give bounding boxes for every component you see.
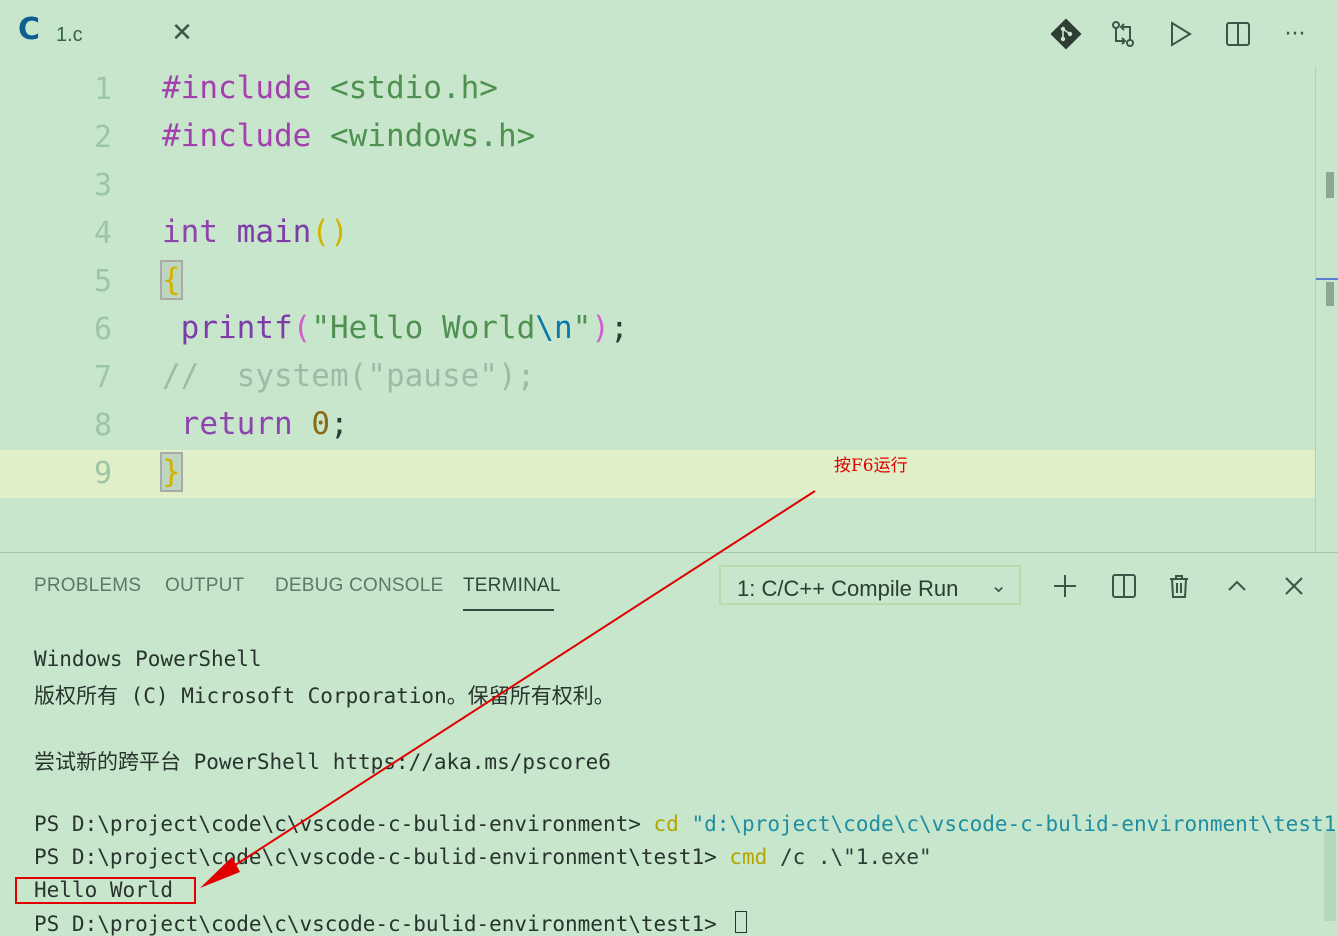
annotation-arrow [200,490,816,888]
